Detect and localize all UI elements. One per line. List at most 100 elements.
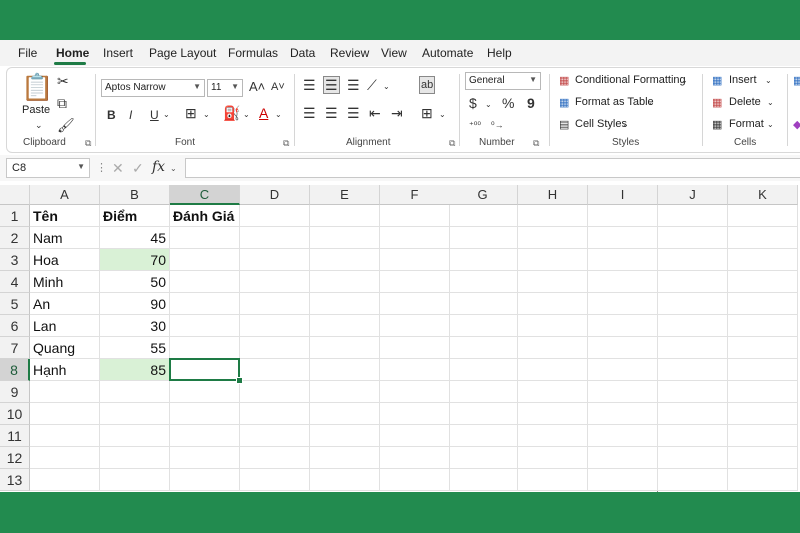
cell-b7[interactable]: 55 [100,337,170,359]
cell-c11[interactable] [170,425,240,447]
cell-i11[interactable] [588,425,658,447]
cell-d7[interactable] [240,337,310,359]
menu-data[interactable]: Data [290,46,315,60]
cell-g8[interactable] [448,359,518,381]
cell-f12[interactable] [380,447,450,469]
cell-f5[interactable] [380,293,450,315]
cell-g2[interactable] [448,227,518,249]
cell-k3[interactable] [728,249,798,271]
cell-b4[interactable]: 50 [100,271,170,293]
cell-c10[interactable] [170,403,240,425]
format-as-table-icon[interactable]: ▦ [559,96,569,110]
cell-k6[interactable] [728,315,798,337]
cell-i8[interactable] [588,359,658,381]
cell-f11[interactable] [380,425,450,447]
cell-b8[interactable]: 85 [100,359,170,381]
cell-c5[interactable] [170,293,240,315]
cell-j7[interactable] [658,337,728,359]
format-painter-icon[interactable]: 🖌 [57,118,75,132]
cell-h6[interactable] [518,315,588,337]
cell-b1[interactable]: Điểm [100,205,170,227]
column-header-f[interactable]: F [380,185,450,205]
cell-c3[interactable] [170,249,240,271]
cell-a9[interactable] [30,381,100,403]
cell-j11[interactable] [658,425,728,447]
chevron-down-icon[interactable]: ⌄ [243,108,250,122]
cell-b6[interactable]: 30 [100,315,170,337]
cell-c1[interactable]: Đánh Giá [170,205,240,227]
cell-j9[interactable] [658,381,728,403]
row-header-12[interactable]: 12 [0,447,30,469]
cell-d5[interactable] [240,293,310,315]
cell-j12[interactable] [658,447,728,469]
cell-f10[interactable] [380,403,450,425]
cell-b5[interactable]: 90 [100,293,170,315]
row-header-1[interactable]: 1 [0,205,30,227]
cell-j8[interactable] [658,359,728,381]
row-header-5[interactable]: 5 [0,293,30,315]
cell-h9[interactable] [518,381,588,403]
cell-b11[interactable] [100,425,170,447]
cell-a5[interactable]: An [30,293,100,315]
cell-h11[interactable] [518,425,588,447]
cell-b9[interactable] [100,381,170,403]
chevron-down-icon[interactable]: ⌄ [765,74,772,88]
column-header-b[interactable]: B [100,185,170,205]
chevron-down-icon[interactable]: ⌄ [203,108,210,122]
cut-icon[interactable]: ✂ [57,74,69,88]
cell-a13[interactable] [30,469,100,491]
autosum-icon[interactable]: ▦ [793,74,800,88]
cell-j13[interactable] [658,469,728,491]
menu-formulas[interactable]: Formulas [228,46,278,60]
format-button[interactable]: Format [729,118,764,130]
cell-c4[interactable] [170,271,240,293]
cell-j4[interactable] [658,271,728,293]
column-header-e[interactable]: E [310,185,380,205]
chevron-down-icon[interactable]: ⌄ [439,108,446,122]
paste-button[interactable]: Paste [22,104,50,116]
align-top-icon[interactable]: ☰ [303,78,316,92]
cell-f13[interactable] [380,469,450,491]
borders-icon[interactable]: ⊞ [185,106,197,120]
number-launcher-icon[interactable]: ⧉ [533,138,539,149]
more-options-icon[interactable]: ⋮ [96,161,107,175]
cell-d10[interactable] [240,403,310,425]
cell-b3[interactable]: 70 [100,249,170,271]
cell-h3[interactable] [518,249,588,271]
chevron-down-icon[interactable]: ⌄ [163,108,170,122]
selected-cell-border[interactable] [169,358,240,381]
column-header-g[interactable]: G [448,185,518,205]
cell-e10[interactable] [310,403,380,425]
font-size-select[interactable]: 11 ▼ [207,79,243,97]
enter-icon[interactable]: ✓ [132,161,144,175]
cell-f9[interactable] [380,381,450,403]
cell-d6[interactable] [240,315,310,337]
cell-c12[interactable] [170,447,240,469]
menu-view[interactable]: View [381,46,407,60]
cell-i3[interactable] [588,249,658,271]
column-header-i[interactable]: I [588,185,658,205]
cell-f6[interactable] [380,315,450,337]
merge-center-icon[interactable]: ⊞ [421,106,433,120]
cell-k8[interactable] [728,359,798,381]
cell-e8[interactable] [310,359,380,381]
row-header-9[interactable]: 9 [0,381,30,403]
cell-i7[interactable] [588,337,658,359]
fill-color-icon[interactable]: ⛽ [223,106,240,120]
menu-review[interactable]: Review [330,46,369,60]
cell-i9[interactable] [588,381,658,403]
cell-h10[interactable] [518,403,588,425]
cell-c2[interactable] [170,227,240,249]
cell-b13[interactable] [100,469,170,491]
number-format-select[interactable]: General ▼ [465,72,541,90]
cell-i6[interactable] [588,315,658,337]
row-header-13[interactable]: 13 [0,469,30,491]
chevron-down-icon[interactable]: ⌄ [35,118,43,132]
menu-insert[interactable]: Insert [103,46,133,60]
cell-h12[interactable] [518,447,588,469]
delete-button[interactable]: Delete [729,96,761,108]
cell-g9[interactable] [448,381,518,403]
align-center-icon[interactable]: ☰ [325,106,338,120]
cell-c13[interactable] [170,469,240,491]
cell-h13[interactable] [518,469,588,491]
